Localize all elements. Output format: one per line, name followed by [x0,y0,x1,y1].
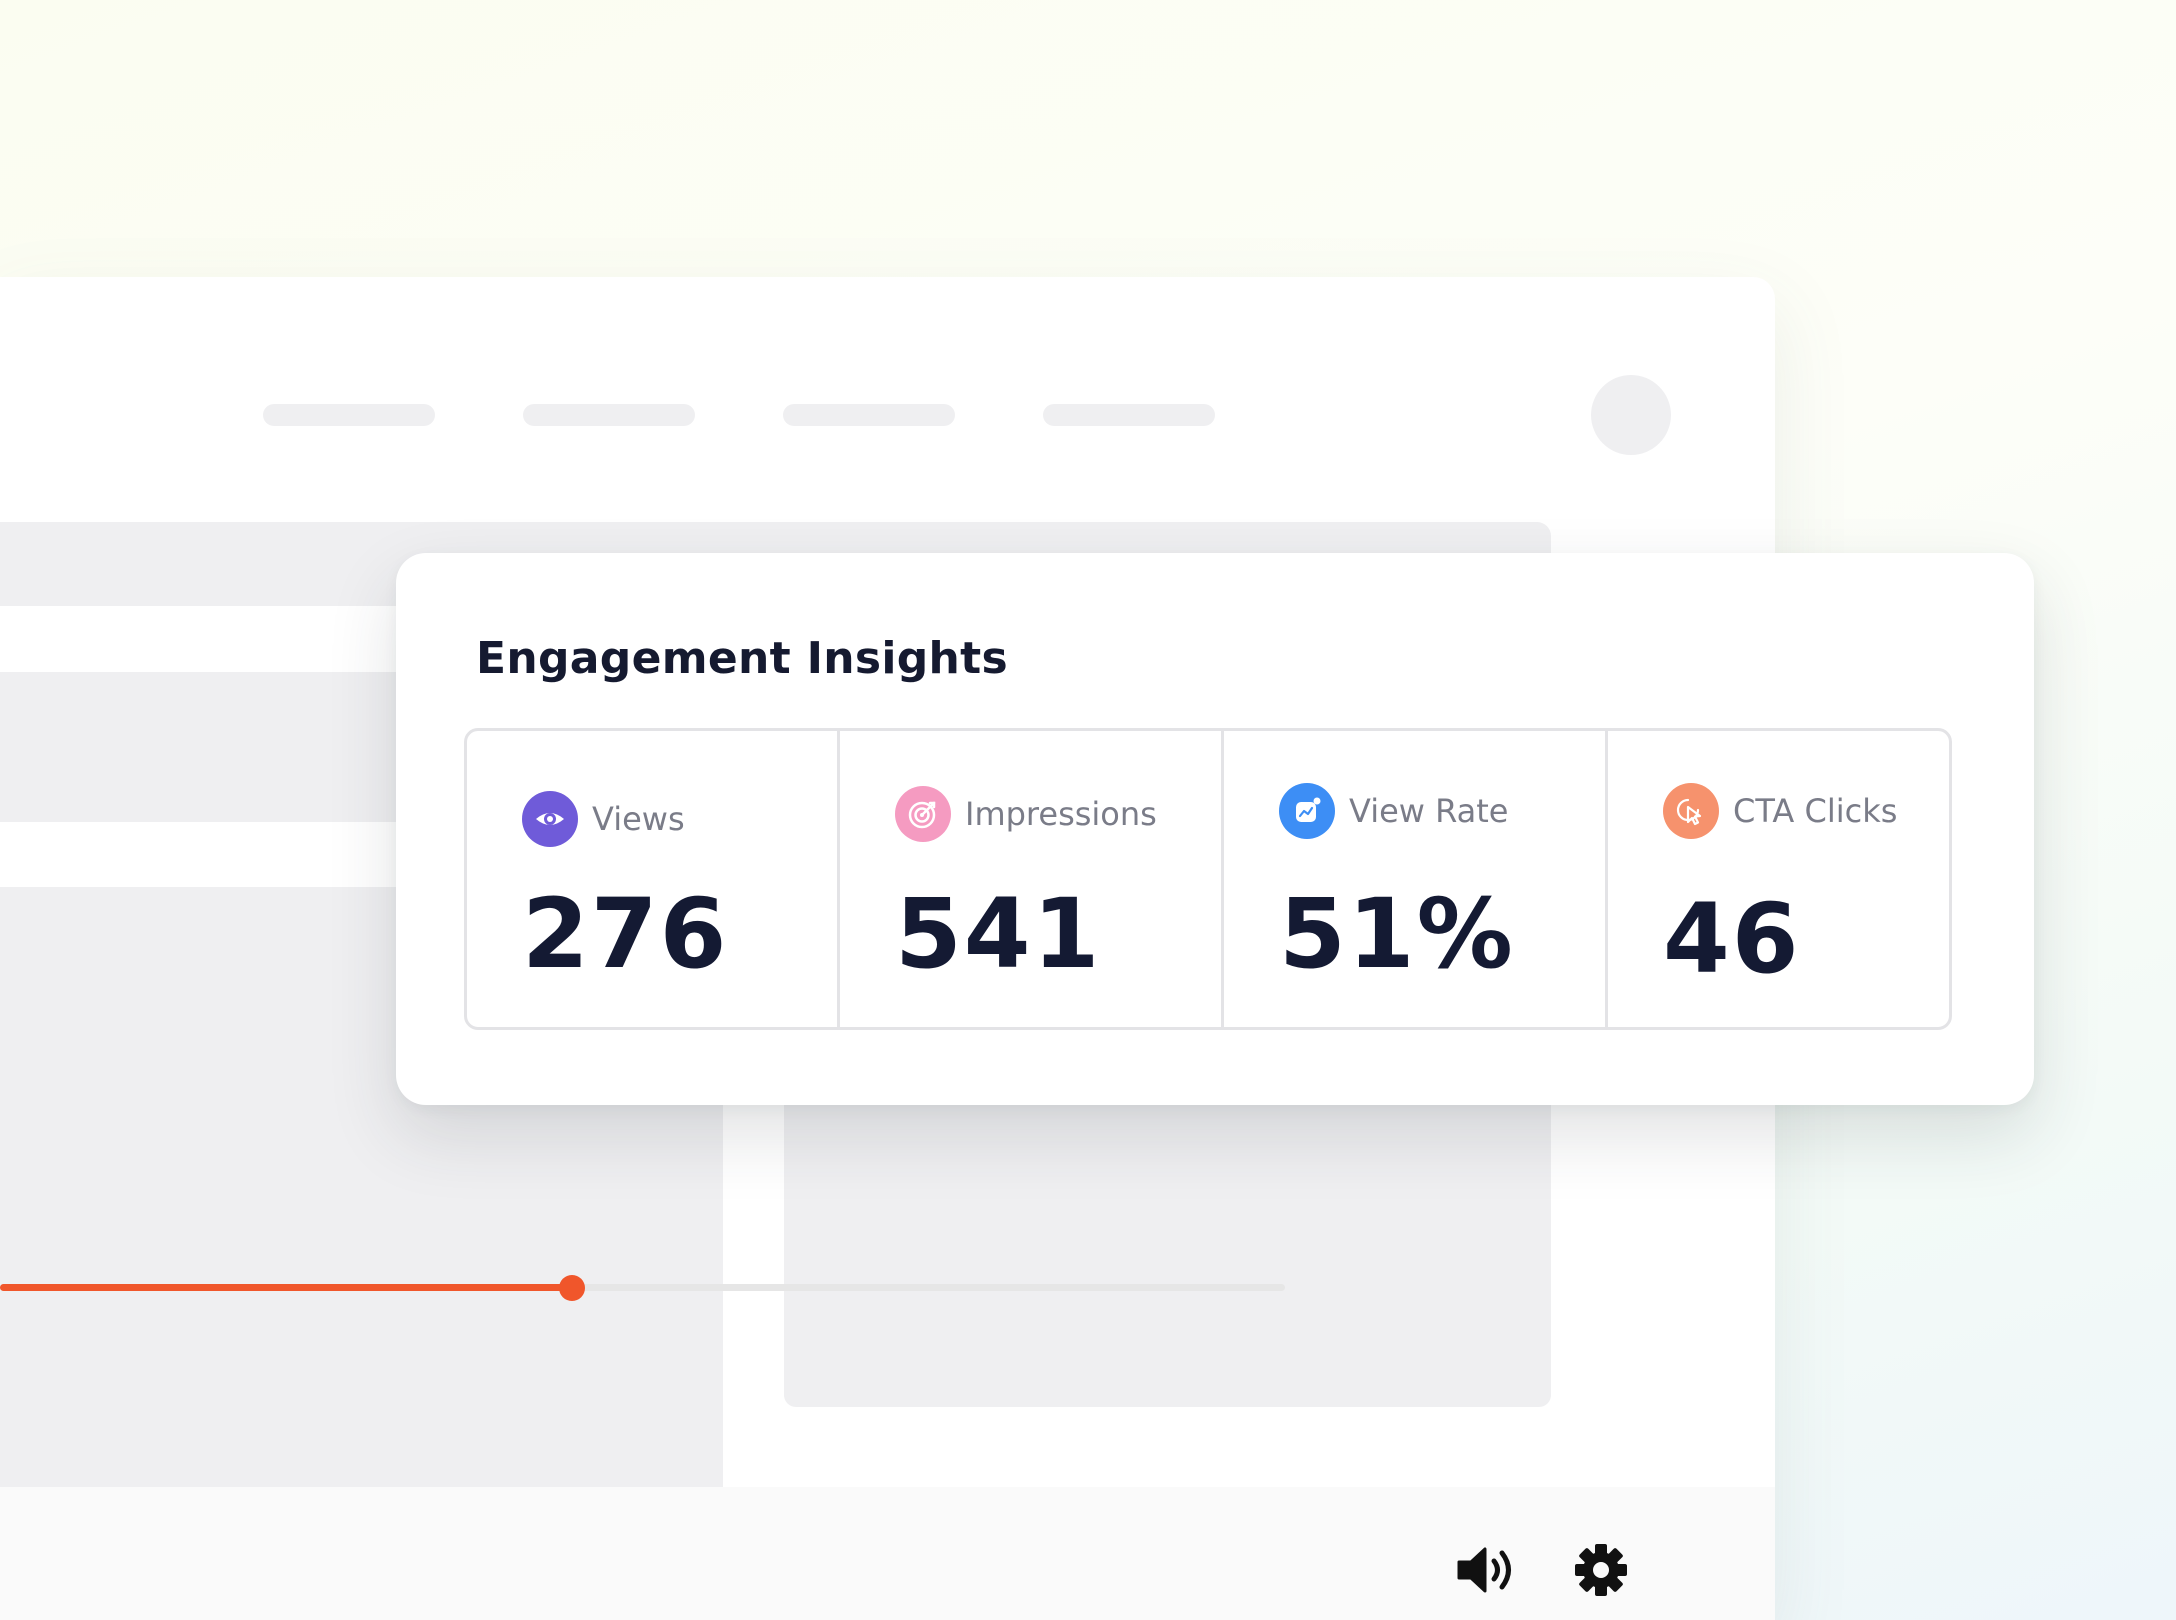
metric-value: 276 [522,878,729,990]
metric-value: 541 [895,878,1102,990]
volume-icon[interactable] [1455,1542,1517,1598]
metric-header: Impressions [895,786,1157,842]
metric-label: Impressions [965,795,1157,833]
avatar[interactable] [1591,375,1671,455]
content-placeholder-card [784,1057,1551,1407]
progress-fill [0,1284,572,1291]
content-placeholder-block [0,672,400,822]
metric-header: CTA Clicks [1663,783,1897,839]
metric-views[interactable]: Views 276 [467,731,840,1027]
progress-track[interactable] [0,1275,1285,1301]
metric-label: CTA Clicks [1733,792,1898,830]
card-title: Engagement Insights [476,633,1008,684]
metric-value: 51% [1279,878,1515,990]
cursor-click-icon [1663,783,1719,839]
progress-handle[interactable] [558,1275,585,1301]
target-icon [895,786,951,842]
gear-icon[interactable] [1573,1542,1629,1598]
eye-icon [522,791,578,847]
metric-value: 46 [1663,883,1801,995]
metrics-grid: Views 276 Impressions 541 View Rate 51% … [464,728,1952,1030]
metric-label: Views [592,800,685,838]
metric-label: View Rate [1349,792,1509,830]
metric-cta-clicks[interactable]: CTA Clicks 46 [1608,731,1949,1027]
engagement-insights-card: Engagement Insights Views 276 Impression… [396,553,2034,1105]
nav-placeholder-2[interactable] [523,404,695,426]
nav-placeholder-1[interactable] [263,404,435,426]
nav-placeholder-3[interactable] [783,404,955,426]
nav-placeholder-4[interactable] [1043,404,1215,426]
metric-impressions[interactable]: Impressions 541 [840,731,1224,1027]
metric-header: View Rate [1279,783,1508,839]
view-rate-icon [1279,783,1335,839]
metric-header: Views [522,791,685,847]
metric-view-rate[interactable]: View Rate 51% [1224,731,1608,1027]
